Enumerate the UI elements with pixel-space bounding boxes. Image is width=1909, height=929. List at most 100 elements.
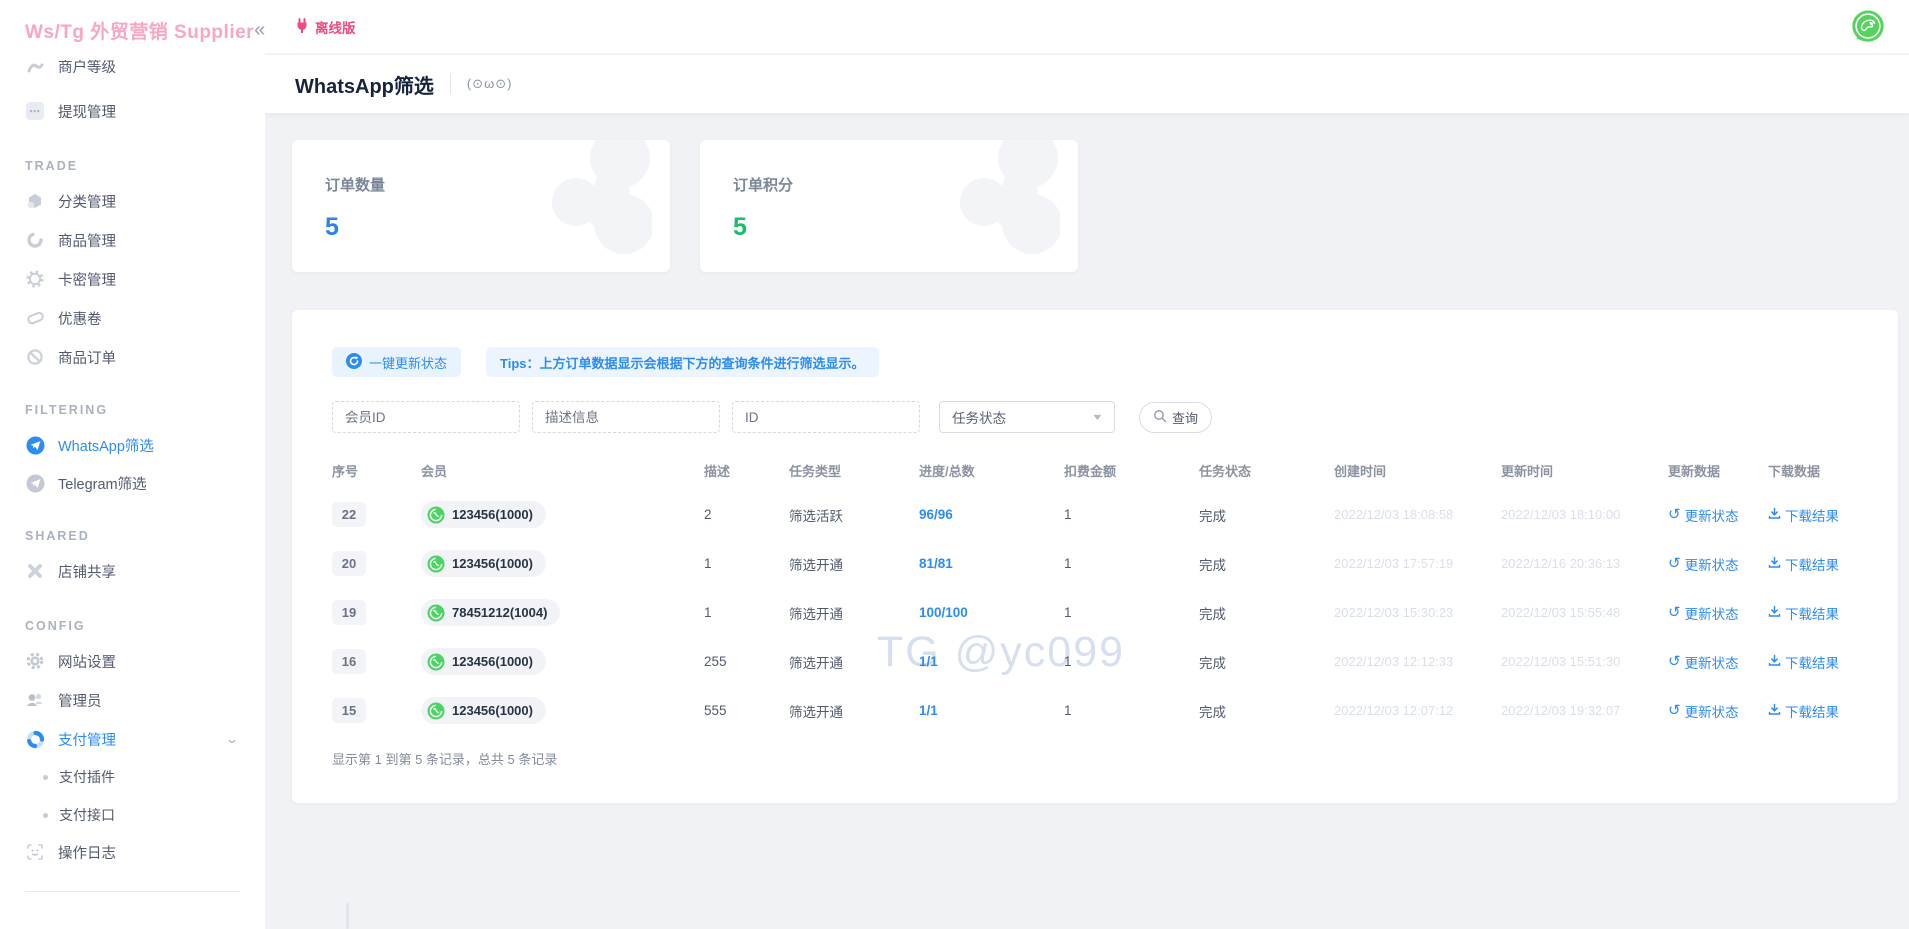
row-progress-link[interactable]: 100/100 — [919, 605, 968, 620]
sidebar-item-orders[interactable]: 商品订单 — [0, 338, 265, 376]
rotate-icon: ↺ — [1668, 605, 1681, 620]
row-progress-link[interactable]: 1/1 — [919, 654, 938, 669]
circular-arrow-icon — [25, 230, 45, 250]
sidebar-item-cardkeys[interactable]: 卡密管理 — [0, 260, 265, 298]
download-result-link[interactable]: 下载结果 — [1768, 652, 1839, 672]
paper-plane-icon — [25, 473, 45, 493]
download-icon — [1768, 507, 1781, 523]
description-input[interactable] — [532, 401, 720, 433]
sidebar-item-label: 商品订单 — [58, 347, 116, 368]
title-divider — [450, 74, 451, 94]
update-all-button[interactable]: 一键更新状态 — [332, 347, 461, 377]
toolbar: 一键更新状态 Tips：上方订单数据显示会根据下方的查询条件进行筛选显示。 — [332, 347, 1868, 377]
cross-icon — [25, 561, 45, 581]
sidebar-item-shop-share[interactable]: 店铺共享 — [0, 552, 265, 590]
stat-value: 5 — [733, 213, 1078, 242]
users-icon — [25, 690, 45, 710]
row-status: 完成 — [1199, 652, 1334, 672]
section-config: CONFIG — [25, 619, 86, 633]
sidebar-item-payment-plugins[interactable]: 支付插件 — [0, 758, 265, 796]
update-status-link[interactable]: ↺更新状态 — [1668, 701, 1739, 721]
sidebar-item-category[interactable]: 分类管理 — [0, 182, 265, 220]
sidebar-item-label: 支付插件 — [59, 767, 115, 787]
download-icon — [1768, 556, 1781, 572]
logo-bar: Ws/Tg 外贸营销 Supplier « — [0, 0, 265, 60]
sidebar-item-payment-api[interactable]: 支付接口 — [0, 796, 265, 834]
bullet-icon — [43, 813, 48, 818]
rotate-icon: ↺ — [1668, 654, 1681, 669]
avatar[interactable] — [1849, 8, 1887, 46]
search-button[interactable]: 查询 — [1139, 402, 1212, 433]
stat-label: 订单积分 — [733, 174, 1078, 195]
rotate-icon: ↺ — [1668, 556, 1681, 571]
sidebar-item-telegram-filter[interactable]: Telegram筛选 — [0, 464, 265, 502]
stat-card-order-points: 订单积分 5 — [700, 140, 1078, 272]
sidebar-collapse-icon[interactable]: « — [254, 19, 265, 42]
download-icon — [1768, 654, 1781, 670]
section-shared: SHARED — [25, 529, 90, 543]
download-result-link[interactable]: 下载结果 — [1768, 701, 1839, 721]
sidebar-item-label: 提现管理 — [58, 101, 116, 122]
sidebar-item-label: 操作日志 — [58, 842, 116, 863]
whatsapp-icon — [427, 702, 445, 720]
content-area: 订单数量 5 订单积分 5 TG @yc099 — [265, 113, 1909, 929]
update-status-link[interactable]: ↺更新状态 — [1668, 652, 1739, 672]
stat-value: 5 — [325, 213, 670, 242]
row-member: 123456(1000) — [421, 501, 704, 528]
col-header: 创建时间 — [1334, 461, 1501, 480]
whatsapp-icon — [427, 653, 445, 671]
sidebar-item-payment[interactable]: 支付管理 ⌄ — [0, 720, 265, 758]
row-no: 15 — [332, 698, 421, 723]
download-result-link[interactable]: 下载结果 — [1768, 603, 1839, 623]
col-header: 更新时间 — [1501, 461, 1668, 480]
orders-panel: TG @yc099 一键更新状态 Tips：上方订单数据显示会根据下方的查询条件… — [292, 310, 1898, 803]
update-status-link[interactable]: ↺更新状态 — [1668, 554, 1739, 574]
sidebar-item-admins[interactable]: 管理员 — [0, 681, 265, 719]
row-fee: 1 — [1064, 654, 1199, 669]
sidebar-item-site-settings[interactable]: 网站设置 — [0, 642, 265, 680]
records-summary: 显示第 1 到第 5 条记录，总共 5 条记录 — [332, 749, 1868, 768]
row-progress-link[interactable]: 96/96 — [919, 507, 953, 522]
sidebar-item-label: 支付接口 — [59, 805, 115, 825]
row-no: 19 — [332, 600, 421, 625]
rotate-icon: ↺ — [1668, 507, 1681, 522]
sidebar-item-products[interactable]: 商品管理 — [0, 221, 265, 259]
table-row: 16 123456(1000) 255 筛选开通 1/1 1 完成 2022/1… — [332, 637, 1868, 686]
download-result-link[interactable]: 下载结果 — [1768, 505, 1839, 525]
sidebar-item-withdraw[interactable]: ⋯ 提现管理 — [0, 92, 265, 130]
row-progress-link[interactable]: 1/1 — [919, 703, 938, 718]
scrollbar-thumb[interactable] — [346, 903, 349, 929]
update-status-link[interactable]: ↺更新状态 — [1668, 505, 1739, 525]
sidebar-item-label: Telegram筛选 — [58, 473, 147, 494]
row-type: 筛选开通 — [789, 603, 919, 623]
sidebar-item-label: 优惠卷 — [58, 308, 102, 329]
task-status-select[interactable]: 任务状态 ▼ — [939, 401, 1115, 433]
sidebar-item-operation-log[interactable]: 操作日志 — [0, 833, 265, 871]
slashed-circle-icon — [25, 347, 45, 367]
section-filtering: FILTERING — [25, 403, 108, 417]
search-icon — [1153, 409, 1167, 426]
member-id-input[interactable] — [332, 401, 520, 433]
id-input[interactable] — [732, 401, 920, 433]
update-status-link[interactable]: ↺更新状态 — [1668, 603, 1739, 623]
row-created-time: 2022/12/03 12:07:12 — [1334, 703, 1501, 718]
hexagon-icon — [25, 191, 45, 211]
chevron-down-icon: ⌄ — [225, 732, 239, 746]
table-row: 15 123456(1000) 555 筛选开通 1/1 1 完成 2022/1… — [332, 686, 1868, 735]
row-desc: 2 — [704, 507, 789, 522]
row-progress-link[interactable]: 81/81 — [919, 556, 953, 571]
sidebar-item-coupons[interactable]: 优惠卷 — [0, 299, 265, 337]
table-header: 序号 会员 描述 任务类型 进度/总数 扣费金额 任务状态 创建时间 更新时间 … — [332, 450, 1868, 490]
row-created-time: 2022/12/03 18:08:58 — [1334, 507, 1501, 522]
sidebar-item-whatsapp-filter[interactable]: WhatsApp筛选 — [0, 426, 265, 464]
sidebar-item-label: 卡密管理 — [58, 269, 116, 290]
download-result-link[interactable]: 下载结果 — [1768, 554, 1839, 574]
row-desc: 555 — [704, 703, 789, 718]
col-header: 描述 — [704, 461, 789, 480]
sidebar-item-label: 店铺共享 — [58, 561, 116, 582]
row-member: 123456(1000) — [421, 697, 704, 724]
offline-badge[interactable]: 离线版 — [295, 17, 356, 37]
section-trade: TRADE — [25, 159, 78, 173]
decorative-blob — [532, 140, 652, 272]
row-desc: 1 — [704, 556, 789, 571]
